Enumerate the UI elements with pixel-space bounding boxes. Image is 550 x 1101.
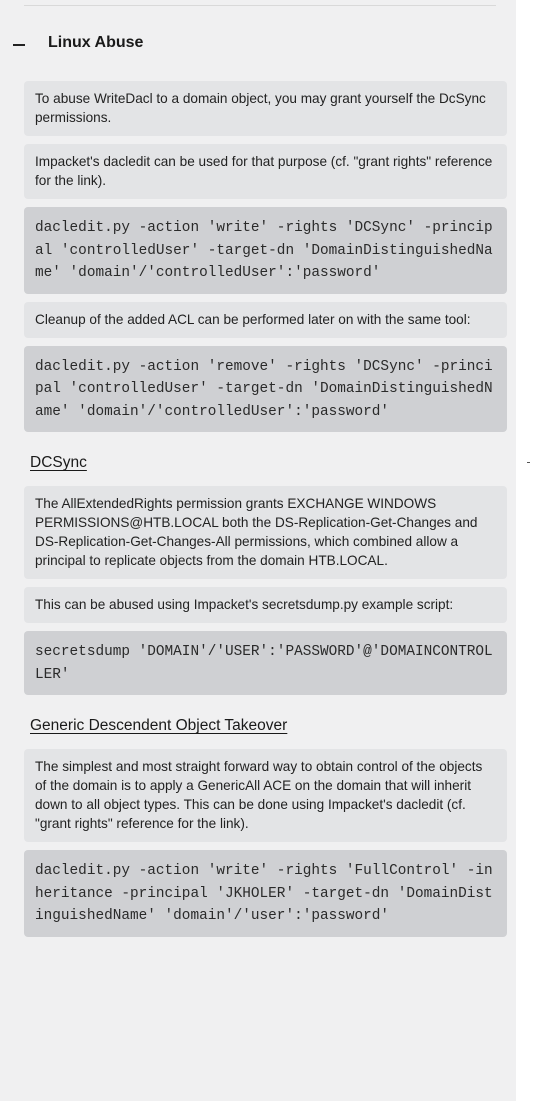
paragraph: Cleanup of the added ACL can be performe… [24,301,507,338]
code-block: secretsdump 'DOMAIN'/'USER':'PASSWORD'@'… [24,631,507,695]
code-block: dacledit.py -action 'write' -rights 'Ful… [24,850,507,937]
paragraph: This can be abused using Impacket's secr… [24,587,507,623]
dcsync-heading-link[interactable]: DCSync [30,454,87,472]
code-block: dacledit.py -action 'remove' -rights 'DC… [24,345,507,432]
paragraph: The simplest and most straight forward w… [24,749,507,842]
section-content: To abuse WriteDacl to a domain object, y… [24,81,507,945]
generic-descendent-heading-link[interactable]: Generic Descendent Object Takeover [30,717,287,735]
section-title: Linux Abuse [48,34,144,51]
code-block: dacledit.py -action 'write' -rights 'DCS… [24,207,507,294]
minus-icon[interactable] [13,44,25,46]
paragraph: The AllExtendedRights permission grants … [24,486,507,579]
linux-abuse-section-header[interactable]: Linux Abuse [0,28,516,62]
paragraph: To abuse WriteDacl to a domain object, y… [24,81,507,136]
paragraph: Impacket's dacledit can be used for that… [24,144,507,199]
scroll-marker [527,462,530,463]
divider [24,5,496,6]
abuse-info-panel: Linux Abuse To abuse WriteDacl to a doma… [0,0,516,1101]
